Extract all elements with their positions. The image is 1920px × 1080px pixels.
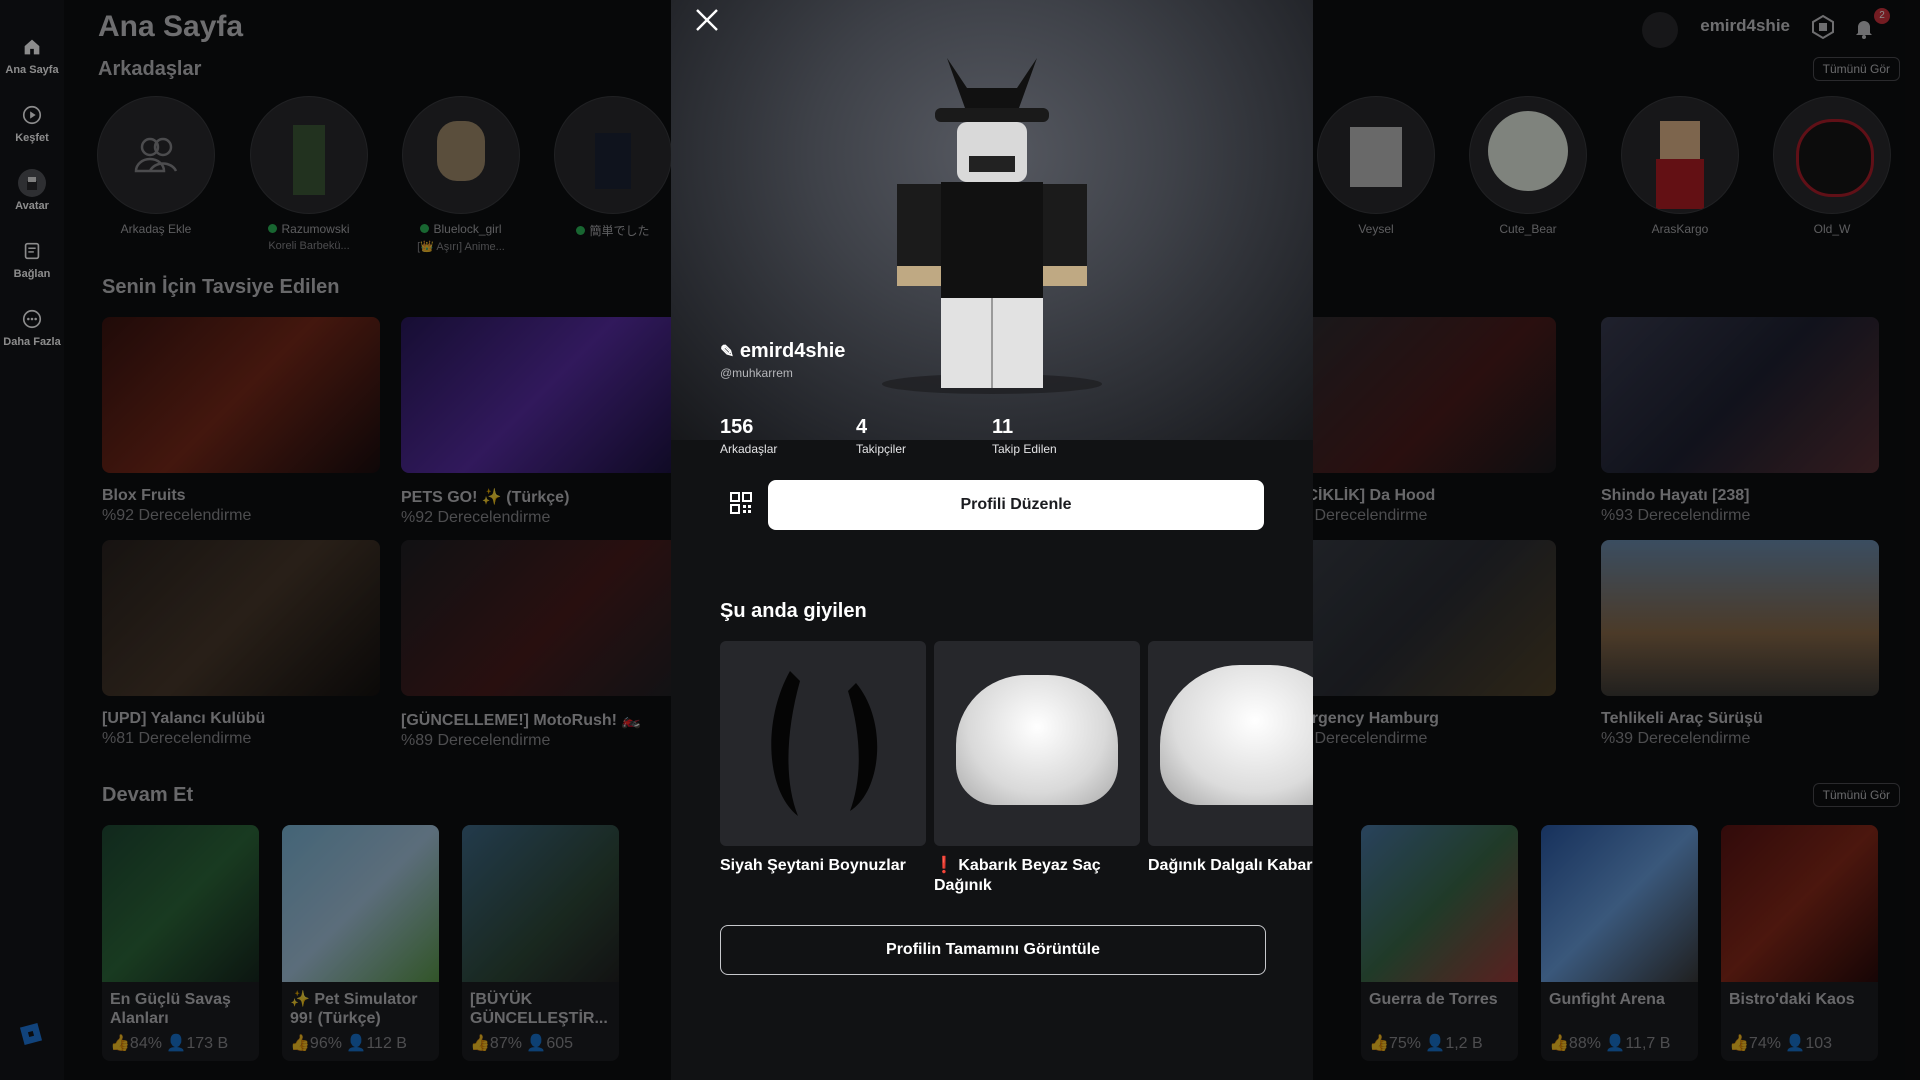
stat-followers[interactable]: 4 Takipçiler bbox=[856, 416, 906, 456]
horns-image bbox=[771, 671, 878, 816]
stat-friends[interactable]: 156 Arkadaşlar bbox=[720, 416, 777, 456]
stat-label: Arkadaşlar bbox=[720, 442, 778, 456]
item-thumbnail bbox=[720, 641, 926, 846]
wearing-item[interactable]: Siyah Şeytani Boynuzlar bbox=[720, 641, 926, 876]
close-icon[interactable] bbox=[691, 4, 723, 36]
hair-image bbox=[956, 675, 1118, 805]
wearing-item[interactable]: Dağınık Dalgalı Kabarık Beyaz bbox=[1148, 641, 1313, 876]
item-thumbnail bbox=[1148, 641, 1313, 846]
stat-value: 156 bbox=[720, 416, 754, 438]
edit-profile-button[interactable]: Profili Düzenle bbox=[768, 480, 1264, 530]
avatar-render bbox=[882, 58, 1102, 394]
stat-value: 4 bbox=[856, 416, 868, 438]
item-name: ❗ Kabarık Beyaz Saç Dağınık bbox=[934, 857, 1101, 894]
stat-following[interactable]: 11 Takip Edilen bbox=[992, 416, 1057, 456]
wearing-item[interactable]: ❗ Kabarık Beyaz Saç Dağınık bbox=[934, 641, 1140, 896]
qr-code-icon[interactable] bbox=[730, 492, 752, 514]
stat-label: Takip Edilen bbox=[992, 442, 1057, 456]
pencil-icon: ✎ bbox=[720, 342, 735, 361]
view-full-profile-button[interactable]: Profilin Tamamını Görüntüle bbox=[720, 925, 1266, 975]
profile-display-name[interactable]: ✎ emird4shie bbox=[720, 340, 845, 363]
stat-label: Takipçiler bbox=[856, 442, 907, 456]
item-name: Siyah Şeytani Boynuzlar bbox=[720, 857, 906, 874]
stat-value: 11 bbox=[992, 416, 1014, 438]
profile-handle: @muhkarrem bbox=[720, 366, 793, 380]
item-thumbnail bbox=[934, 641, 1140, 846]
currently-wearing-title: Şu anda giyilen bbox=[720, 600, 867, 622]
hair-image bbox=[1160, 665, 1313, 805]
profile-modal: ✎ emird4shie @muhkarrem 156 Arkadaşlar 4… bbox=[671, 0, 1313, 1080]
item-name: Dağınık Dalgalı Kabarık Beyaz bbox=[1148, 857, 1313, 874]
